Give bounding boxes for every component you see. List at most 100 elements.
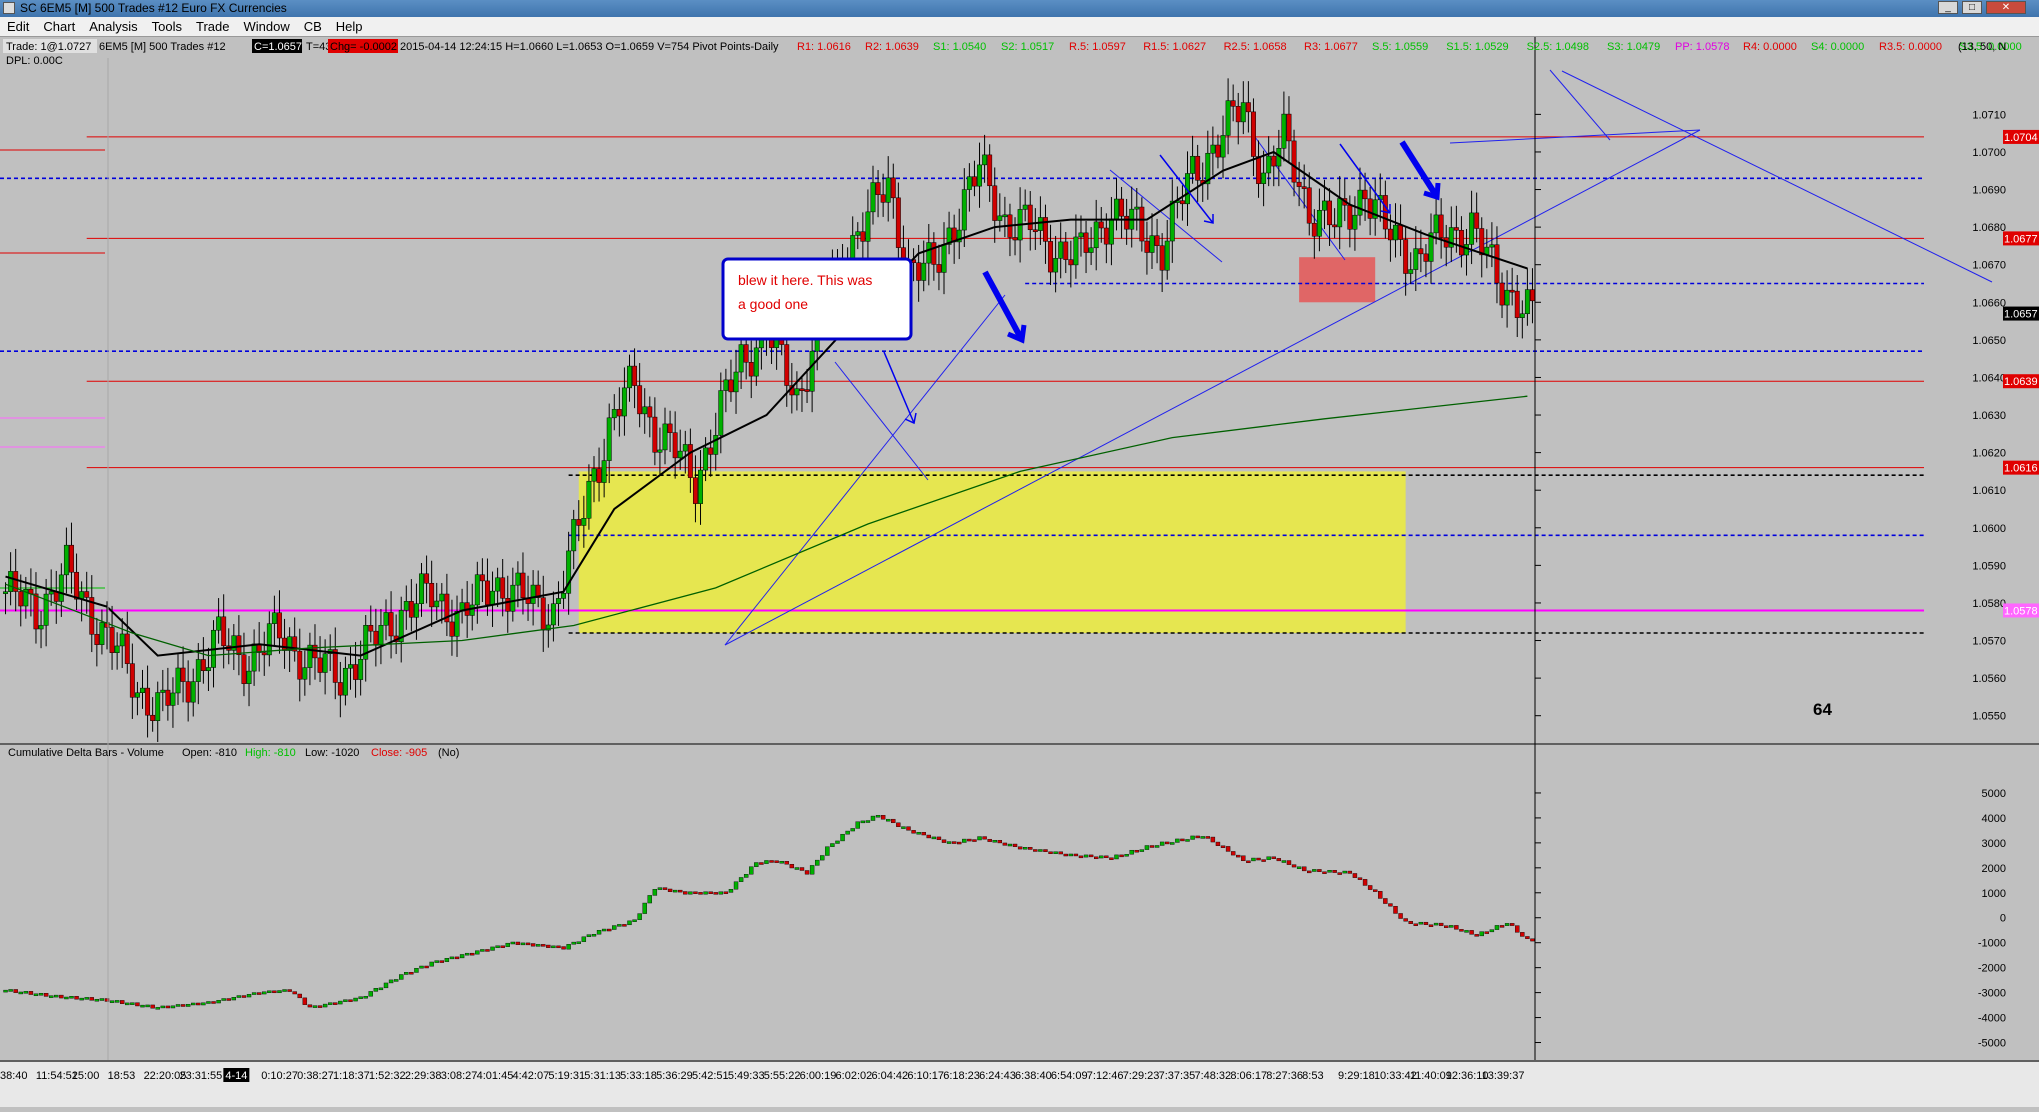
delta-bar	[1134, 849, 1139, 853]
delta-bar	[728, 889, 734, 893]
delta-bar	[28, 991, 34, 995]
delta-bar	[1109, 857, 1114, 860]
time-tick-label: 5:36:29	[656, 1070, 693, 1082]
annotation-line-2: a good one	[738, 296, 808, 312]
delta-bar	[896, 822, 901, 827]
delta-bar	[1393, 906, 1398, 914]
price-badge-text: 1.0578	[2004, 605, 2038, 617]
delta-bar	[637, 913, 642, 920]
time-tick-label: 8:27:36	[1266, 1070, 1303, 1082]
pivot-legend: R1: 1.0616 R2: 1.0639 S1: 1.0540 S2: 1.0517…	[797, 41, 2022, 53]
time-tick-label: 7:48:32	[1194, 1070, 1231, 1082]
menu-window[interactable]: Window	[236, 17, 296, 34]
menu-trade[interactable]: Trade	[189, 17, 236, 34]
delta-bar	[272, 990, 277, 994]
price-tick-label: 1.0700	[1972, 147, 2006, 159]
delta-bar	[657, 887, 663, 890]
delta-bar	[825, 846, 830, 856]
delta-bar	[617, 924, 622, 927]
delta-bar	[1444, 925, 1449, 928]
delta-tick-label: 0	[2000, 913, 2006, 925]
header-ohlc: 2015-04-14 12:24:15 H=1.0660 L=1.0653 O=…	[400, 41, 779, 53]
delta-bar	[262, 991, 267, 995]
pivot-text-8: S.5: 1.0559	[1372, 41, 1428, 53]
pivot-text-13: R4: 0.0000	[1743, 41, 1797, 53]
delta-bar	[109, 1000, 115, 1003]
chart-svg[interactable]: 1.07101.07001.06901.06801.06701.06601.06…	[0, 37, 2039, 1107]
delta-bar	[977, 836, 982, 841]
delta-bar	[180, 1004, 186, 1007]
menu-chart[interactable]: Chart	[36, 17, 82, 34]
price-tick-label: 1.0580	[1972, 598, 2006, 610]
delta-bar	[185, 1004, 191, 1007]
delta-bar	[1043, 849, 1048, 852]
delta-bar	[393, 979, 399, 982]
delta-bar	[880, 815, 886, 820]
delta-bar	[1433, 922, 1439, 926]
delta-bar	[551, 945, 556, 949]
delta-bar	[33, 993, 39, 997]
menu-analysis[interactable]: Analysis	[82, 17, 144, 34]
delta-bar	[94, 998, 100, 1002]
delta-bar	[256, 992, 262, 995]
delta-bar	[1373, 889, 1378, 892]
delta-bar	[1083, 854, 1089, 858]
delta-bar	[612, 925, 617, 930]
price-tick-label: 1.0670	[1972, 260, 2006, 272]
delta-bar	[814, 859, 820, 866]
delta-bar	[581, 936, 587, 942]
delta-bar	[175, 1004, 181, 1007]
delta-bar	[302, 997, 308, 1005]
maximize-icon[interactable]: □	[1962, 1, 1982, 14]
chart-area[interactable]: 1.0710 1.0700 1.0690 1.0680 1.0670 1.0660 1.06…	[0, 37, 2039, 1107]
delta-bar	[1251, 857, 1256, 862]
delta-bar	[738, 877, 744, 882]
menu-tools[interactable]: Tools	[145, 17, 189, 34]
delta-bar	[38, 993, 44, 996]
delta-bar	[571, 941, 576, 945]
delta-bar	[241, 995, 247, 998]
delta-bar	[566, 944, 571, 950]
delta-bar	[226, 998, 231, 1001]
delta-bar	[475, 950, 480, 955]
delta-bar	[1058, 851, 1063, 855]
delta-bar	[145, 1004, 150, 1008]
delta-bar	[459, 954, 465, 959]
delta-no: (No)	[438, 747, 459, 759]
delta-bar	[1378, 891, 1383, 899]
delta-bar	[926, 834, 931, 839]
delta-bar	[987, 838, 992, 842]
delta-tick-label: -5000	[1978, 1038, 2006, 1050]
minimize-icon[interactable]: _	[1938, 1, 1958, 14]
delta-bar	[1261, 859, 1266, 862]
delta-bar	[733, 881, 739, 890]
delta-bar	[343, 999, 348, 1002]
time-tick-label: 0:38:27	[297, 1070, 334, 1082]
price-tick-label: 1.0630	[1972, 410, 2006, 422]
delta-bar	[1352, 873, 1358, 878]
delta-bar	[1078, 855, 1084, 859]
delta-bar	[1413, 923, 1418, 926]
delta-bar	[1230, 851, 1236, 856]
delta-tick-label: 3000	[1982, 838, 2006, 850]
delta-bar	[3, 989, 8, 993]
delta-bar	[1469, 930, 1474, 935]
delta-bar	[769, 860, 774, 863]
delta-bar	[759, 862, 764, 865]
menu-cb[interactable]: CB	[297, 17, 329, 34]
menu-help[interactable]: Help	[329, 17, 370, 34]
delta-bar	[43, 993, 49, 997]
delta-bar	[1438, 922, 1444, 926]
price-tick-label: 1.0570	[1972, 636, 2006, 648]
delta-bar	[779, 861, 784, 864]
close-icon[interactable]: ✕	[1986, 1, 2026, 14]
menu-edit[interactable]: Edit	[0, 17, 36, 34]
delta-bar	[333, 1002, 338, 1005]
delta-tick-label: 5000	[1982, 788, 2006, 800]
pivot-text-12: PP: 1.0578	[1675, 41, 1729, 53]
delta-tick-label: -4000	[1978, 1013, 2006, 1025]
price-tick-label: 1.0690	[1972, 185, 2006, 197]
header-corner: (13, 50, N	[1958, 41, 2006, 53]
delta-bar	[1271, 856, 1276, 859]
delta-bar	[951, 841, 957, 844]
